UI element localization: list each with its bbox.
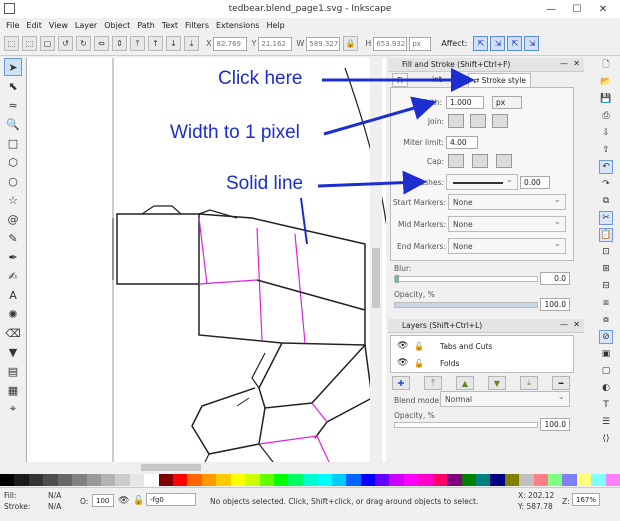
fill-label: Fill: bbox=[4, 491, 17, 500]
color-palette[interactable] bbox=[0, 474, 620, 486]
palette-swatch[interactable] bbox=[302, 474, 318, 486]
palette-swatch[interactable] bbox=[403, 474, 419, 486]
eye-icon[interactable]: 👁 bbox=[118, 496, 129, 506]
palette-swatch[interactable] bbox=[346, 474, 361, 486]
palette-swatch[interactable] bbox=[331, 474, 347, 486]
palette-swatch[interactable] bbox=[519, 474, 534, 486]
palette-swatch[interactable] bbox=[461, 474, 476, 486]
palette-swatch[interactable] bbox=[230, 474, 246, 486]
palette-swatch[interactable] bbox=[389, 474, 404, 486]
arrow-to-dashes bbox=[317, 170, 427, 195]
stroke-value: N/A bbox=[48, 502, 62, 511]
palette-swatch[interactable] bbox=[274, 474, 289, 486]
palette-swatch[interactable] bbox=[57, 474, 73, 486]
pointer-to-line bbox=[300, 197, 308, 245]
palette-swatch[interactable] bbox=[504, 474, 520, 486]
palette-swatch[interactable] bbox=[245, 474, 260, 486]
palette-swatch[interactable] bbox=[418, 474, 433, 486]
palette-swatch[interactable] bbox=[115, 474, 130, 486]
palette-swatch[interactable] bbox=[360, 474, 375, 486]
palette-swatch[interactable] bbox=[317, 474, 332, 486]
cursor-x: X: 202.12 bbox=[518, 491, 555, 500]
palette-swatch[interactable] bbox=[576, 474, 592, 486]
inkscape-window: tedbear.blend_page1.svg - Inkscape — ☐ ✕… bbox=[0, 0, 620, 521]
palette-swatch[interactable] bbox=[605, 474, 620, 486]
cursor-y: Y: 587.78 bbox=[518, 502, 553, 511]
arrow-to-width bbox=[323, 96, 437, 136]
stroke-label: Stroke: bbox=[4, 502, 31, 511]
palette-swatch[interactable] bbox=[187, 474, 202, 486]
palette-swatch[interactable] bbox=[374, 474, 390, 486]
palette-swatch[interactable] bbox=[533, 474, 549, 486]
zoom-input[interactable]: 167% bbox=[572, 493, 600, 506]
palette-swatch[interactable] bbox=[144, 474, 159, 486]
palette-swatch[interactable] bbox=[447, 474, 462, 486]
status-message: No objects selected. Click, Shift+click,… bbox=[210, 497, 479, 506]
palette-swatch[interactable] bbox=[201, 474, 217, 486]
palette-swatch[interactable] bbox=[129, 474, 145, 486]
annotation-arrows bbox=[300, 68, 475, 245]
opacity-o-label: O: bbox=[80, 497, 89, 506]
zoom-label: Z: bbox=[562, 497, 570, 506]
palette-swatch[interactable] bbox=[591, 474, 606, 486]
palette-swatch[interactable] bbox=[259, 474, 275, 486]
palette-swatch[interactable] bbox=[158, 474, 174, 486]
fill-value: N/A bbox=[48, 491, 62, 500]
palette-swatch[interactable] bbox=[562, 474, 577, 486]
palette-swatch[interactable] bbox=[432, 474, 448, 486]
palette-swatch[interactable] bbox=[288, 474, 303, 486]
palette-swatch[interactable] bbox=[548, 474, 563, 486]
palette-swatch[interactable] bbox=[475, 474, 491, 486]
lock-icon[interactable]: 🔓 bbox=[133, 496, 144, 506]
palette-swatch[interactable] bbox=[490, 474, 505, 486]
status-opacity-input[interactable]: 100 bbox=[92, 494, 114, 507]
palette-swatch[interactable] bbox=[72, 474, 87, 486]
current-layer-select[interactable]: -fg0 bbox=[146, 493, 196, 506]
palette-swatch[interactable] bbox=[100, 474, 116, 486]
palette-swatch[interactable] bbox=[216, 474, 231, 486]
status-bar: Fill: N/A Stroke: N/A O: 100 👁 🔓 -fg0 No… bbox=[0, 487, 620, 521]
palette-swatch[interactable] bbox=[28, 474, 44, 486]
palette-swatch[interactable] bbox=[43, 474, 58, 486]
palette-swatch[interactable] bbox=[173, 474, 188, 486]
palette-swatch[interactable] bbox=[14, 474, 29, 486]
palette-swatch[interactable] bbox=[86, 474, 101, 486]
palette-swatch[interactable] bbox=[0, 474, 15, 486]
